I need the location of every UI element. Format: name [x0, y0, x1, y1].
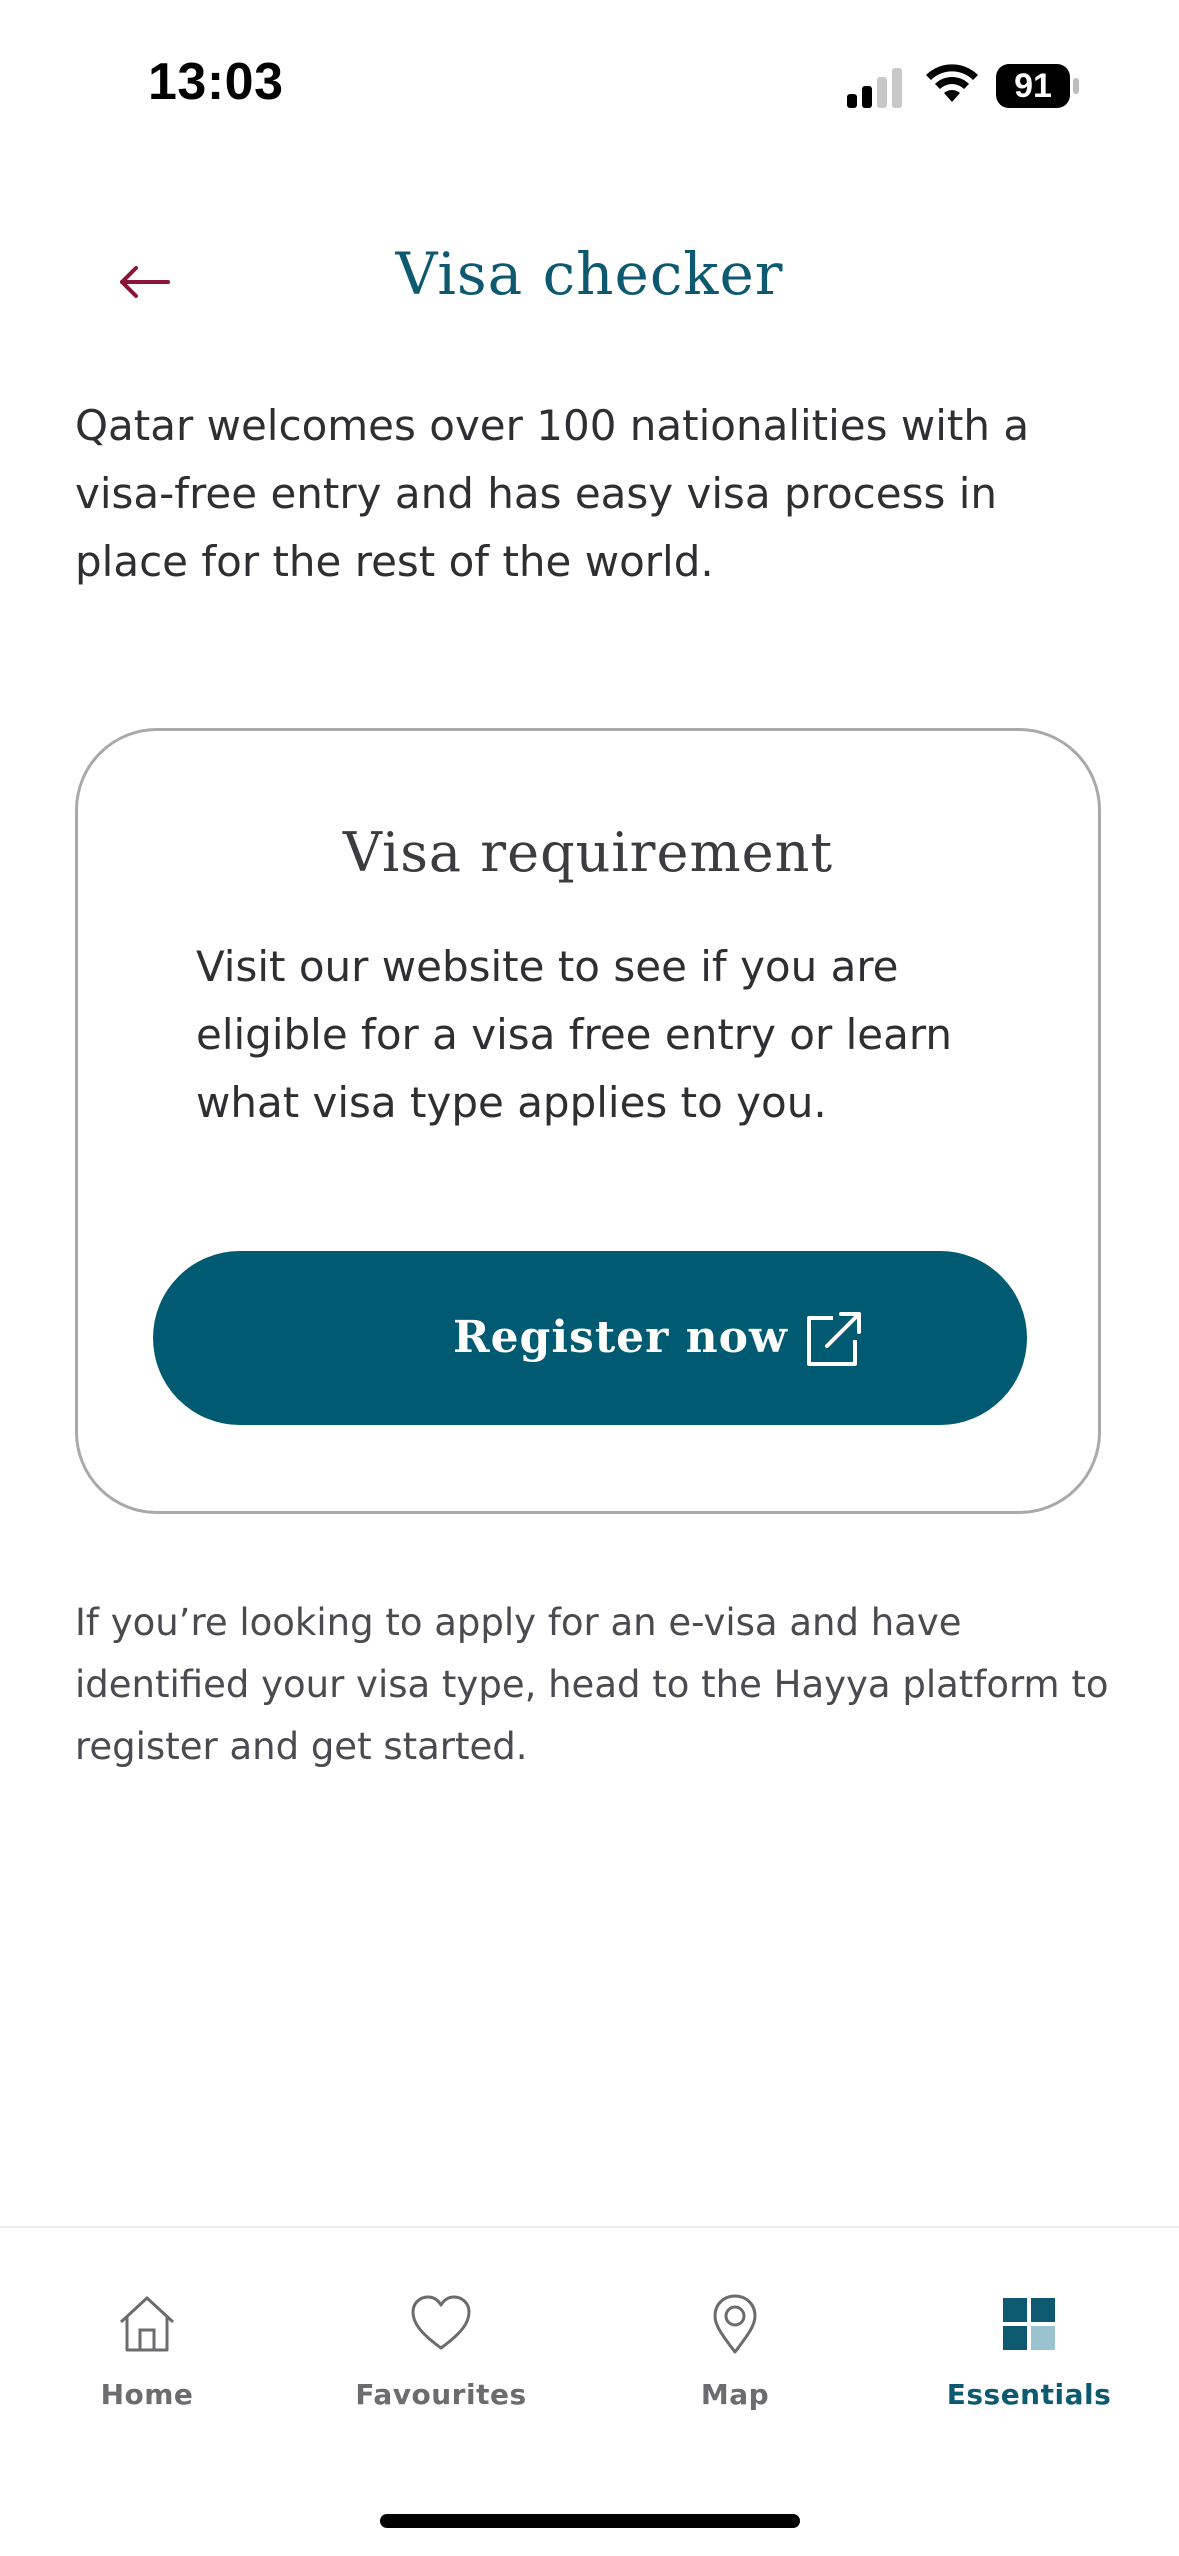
- tab-favourites[interactable]: Favourites: [294, 2228, 588, 2428]
- external-link-icon: [807, 1312, 861, 1366]
- status-bar: 13:03 91: [0, 0, 1179, 170]
- grid-icon: [1003, 2298, 1055, 2350]
- register-now-button[interactable]: Register now: [153, 1251, 1027, 1425]
- tab-map-label: Map: [700, 2378, 770, 2411]
- hayya-info-text: If you’re looking to apply for an e-visa…: [75, 1601, 1109, 1768]
- map-pin-icon: [713, 2294, 757, 2354]
- card-title: Visa requirement: [342, 821, 834, 884]
- page-title: Visa checker: [395, 240, 784, 308]
- cellular-signal-icon: [847, 68, 902, 108]
- tab-home-label: Home: [100, 2378, 194, 2411]
- home-icon: [119, 2296, 175, 2352]
- tab-essentials-label: Essentials: [946, 2378, 1112, 2411]
- tab-favourites-label: Favourites: [355, 2378, 527, 2411]
- wifi-icon: [926, 64, 978, 102]
- visa-requirement-card: Visa requirement Visit our website to se…: [75, 728, 1101, 1514]
- battery-icon: 91: [996, 64, 1080, 108]
- status-time: 13:03: [148, 53, 284, 111]
- home-indicator: [380, 2514, 800, 2528]
- card-body: Visit our website to see if you are elig…: [196, 942, 952, 1127]
- battery-level: 91: [1014, 67, 1052, 105]
- tab-home[interactable]: Home: [0, 2228, 294, 2428]
- tab-essentials[interactable]: Essentials: [882, 2228, 1176, 2428]
- heart-icon: [411, 2295, 471, 2350]
- bottom-tab-bar: Home Favourites Map Essentials: [0, 2226, 1179, 2556]
- tab-map[interactable]: Map: [588, 2228, 882, 2428]
- intro-text: Qatar welcomes over 100 nationalities wi…: [75, 401, 1030, 586]
- register-now-label: Register now: [453, 1312, 788, 1363]
